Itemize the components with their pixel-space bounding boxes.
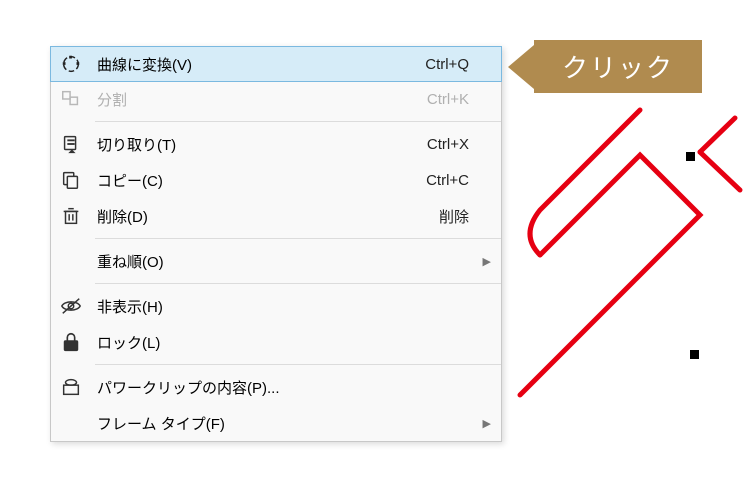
menu-item-frame-type[interactable]: フレーム タイプ(F) ▶ [51,405,501,441]
menu-item-order[interactable]: 重ね順(O) ▶ [51,243,501,279]
menu-label: 削除(D) [91,206,387,227]
convert-curve-icon [51,53,91,75]
menu-shortcut: 削除 [387,206,477,227]
menu-label: コピー(C) [91,170,387,191]
menu-item-cut[interactable]: 切り取り(T) Ctrl+X [51,126,501,162]
menu-item-convert-to-curve[interactable]: 曲線に変換(V) Ctrl+Q [50,46,502,82]
callout-label: クリック [534,40,702,93]
callout-arrow-icon [508,45,534,89]
submenu-arrow-icon: ▶ [477,255,491,268]
selection-handle[interactable] [690,350,699,359]
menu-shortcut: Ctrl+C [387,172,477,189]
instruction-callout: クリック [508,40,702,93]
submenu-arrow-icon: ▶ [477,417,491,430]
lock-icon [51,331,91,353]
menu-separator [95,364,501,365]
menu-label: 非表示(H) [91,296,387,317]
menu-separator [95,283,501,284]
eye-off-icon [51,295,91,317]
menu-separator [95,238,501,239]
context-menu: 曲線に変換(V) Ctrl+Q 分割 Ctrl+K 切り取り(T) Ctrl+X… [50,46,502,442]
menu-label: フレーム タイプ(F) [91,413,387,434]
menu-shortcut: Ctrl+K [387,91,477,108]
menu-item-delete[interactable]: 削除(D) 削除 [51,198,501,234]
menu-item-copy[interactable]: コピー(C) Ctrl+C [51,162,501,198]
menu-label: 曲線に変換(V) [91,54,387,75]
split-icon [51,88,91,110]
menu-label: 切り取り(T) [91,134,387,155]
powerclip-icon [51,376,91,398]
menu-item-hide[interactable]: 非表示(H) [51,288,501,324]
menu-separator [95,121,501,122]
copy-icon [51,169,91,191]
trash-icon [51,205,91,227]
menu-label: 重ね順(O) [91,251,387,272]
menu-label: 分割 [91,89,387,110]
selection-handle[interactable] [686,152,695,161]
menu-item-powerclip[interactable]: パワークリップの内容(P)... [51,369,501,405]
menu-shortcut: Ctrl+X [387,136,477,153]
menu-item-lock[interactable]: ロック(L) [51,324,501,360]
menu-shortcut: Ctrl+Q [387,56,477,73]
menu-label: ロック(L) [91,332,387,353]
cut-icon [51,133,91,155]
menu-label: パワークリップの内容(P)... [91,377,387,398]
menu-item-split: 分割 Ctrl+K [51,81,501,117]
